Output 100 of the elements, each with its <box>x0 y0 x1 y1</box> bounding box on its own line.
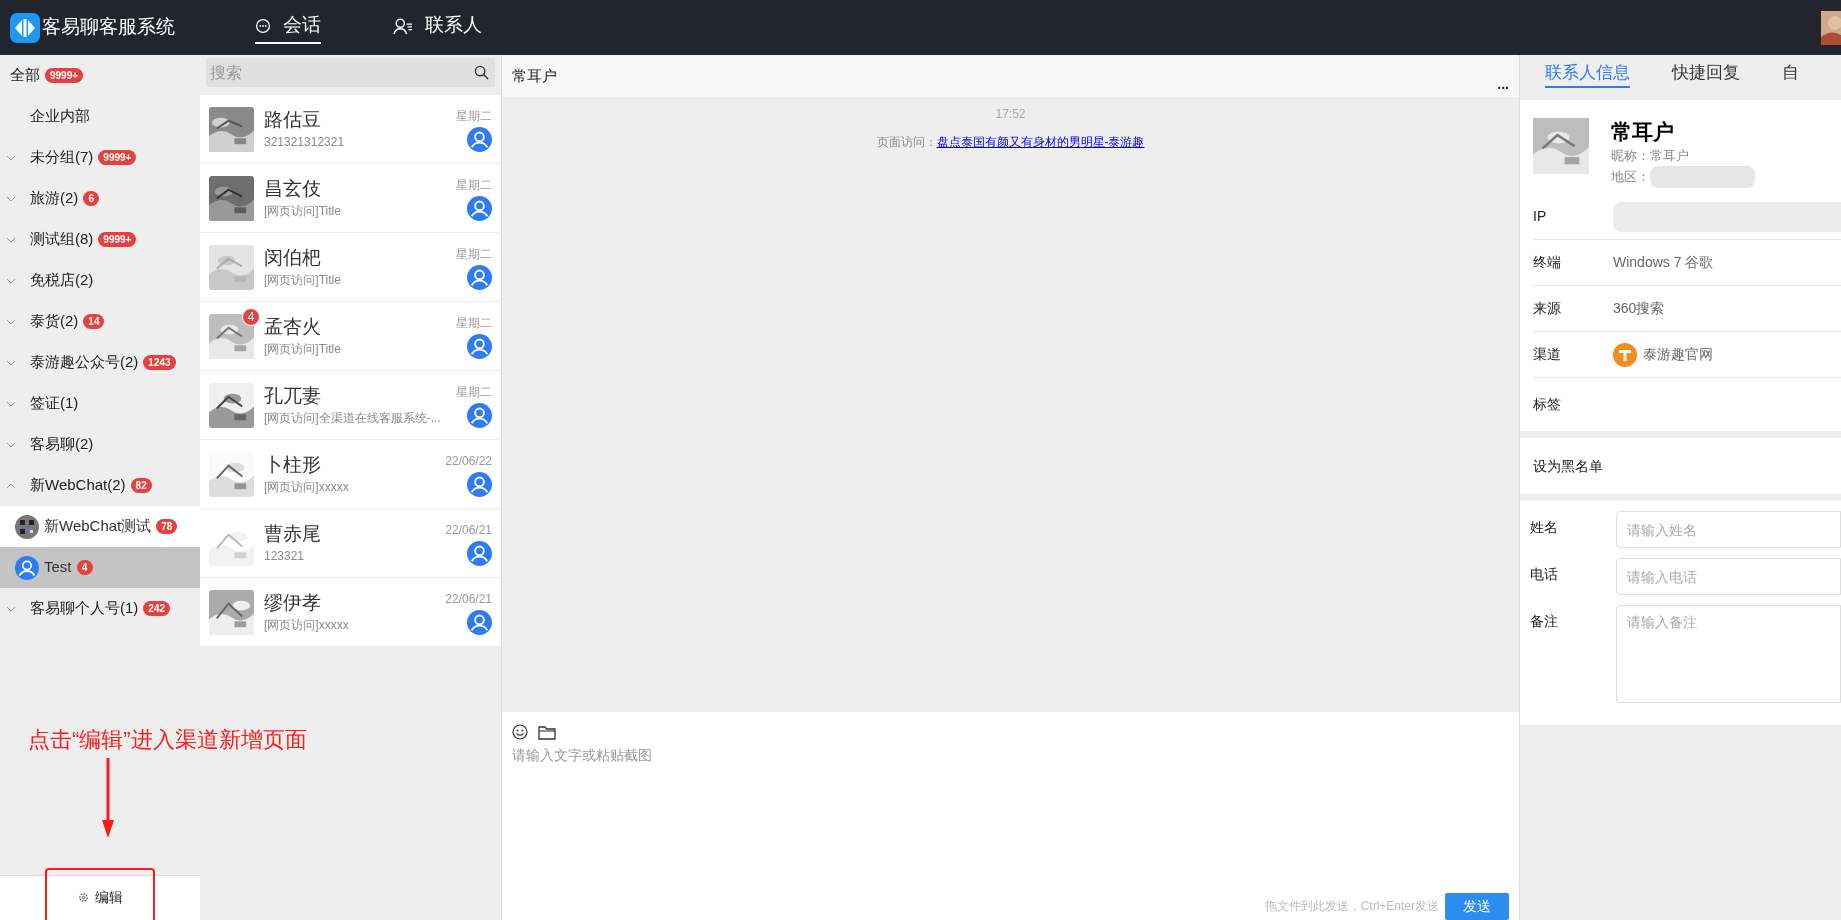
group-label: 未分组(7) <box>30 147 94 168</box>
chevron-down-icon[interactable] <box>6 319 16 325</box>
qr-code-icon <box>15 514 39 539</box>
panel-tab[interactable]: 联系人信息 <box>1545 55 1630 88</box>
channel-item[interactable]: Test 4 <box>0 547 200 588</box>
conversation-item[interactable]: 缪伊孝 [网页访问]xxxxx 22/06/21 <box>200 578 501 647</box>
send-hint: 拖文件到此发送，Ctrl+Enter发送 <box>1264 898 1439 915</box>
count-badge: 9999+ <box>45 68 84 83</box>
sidebar-item[interactable]: 签证(1) <box>0 383 200 424</box>
group-label: 签证(1) <box>30 393 79 414</box>
field-label: 终端 <box>1533 253 1562 272</box>
region-label: 地区： <box>1611 168 1650 187</box>
field-label: 标签 <box>1533 394 1562 414</box>
avatar-icon <box>467 126 492 152</box>
edit-button[interactable]: 编辑 <box>47 870 153 920</box>
conversation-item[interactable]: 4 孟杏火 [网页访问]Title 星期二 <box>200 302 501 371</box>
channel-item[interactable]: 新WebChat测试 78 <box>0 506 200 547</box>
sidebar-item[interactable]: 企业内部 <box>0 96 200 137</box>
time-label: 星期二 <box>456 314 492 332</box>
search-icon[interactable] <box>474 65 489 80</box>
field-label: 电话 <box>1530 565 1559 584</box>
sidebar-item[interactable]: 泰游趣公众号(2) 1243 <box>0 342 200 383</box>
chevron-up-icon[interactable] <box>6 483 16 489</box>
avatar-icon <box>467 195 492 221</box>
conversation-item[interactable]: 卜柱形 [网页访问]xxxxx 22/06/22 <box>200 440 501 509</box>
emoji-icon[interactable] <box>512 724 528 740</box>
search-field[interactable]: 搜索 <box>206 58 495 87</box>
annotation-text: 点击“编辑”进入渠道新增页面 <box>28 726 307 754</box>
message-preview: [网页访问]Title <box>264 203 342 220</box>
conversation-item[interactable]: 路估豆 321321312321 星期二 <box>200 95 501 164</box>
channel-label: 新WebChat测试 <box>44 516 152 537</box>
folder-icon[interactable] <box>538 724 556 740</box>
page-link[interactable]: 盘点泰国有颜又有身材的男明星-泰游趣 <box>936 133 1145 151</box>
chevron-down-icon[interactable] <box>6 401 16 407</box>
count-badge: 14 <box>83 314 105 329</box>
message-preview: 123321 <box>264 548 306 565</box>
time-label: 22/06/22 <box>445 452 492 470</box>
field-value: 360搜索 <box>1613 299 1665 318</box>
notes-field[interactable]: 请输入备注 <box>1616 605 1841 703</box>
count-badge: 4 <box>76 560 93 575</box>
count-badge: 82 <box>130 478 152 493</box>
chevron-down-icon[interactable] <box>6 237 16 243</box>
sidebar-item[interactable]: 全部 9999+ <box>0 55 200 96</box>
input-field[interactable]: 请输入姓名 <box>1616 511 1841 548</box>
nav-tab[interactable]: 联系人 <box>393 11 482 44</box>
message-preview: [网页访问]xxxxx <box>264 479 350 496</box>
sidebar-item[interactable]: 未分组(7) 9999+ <box>0 137 200 178</box>
count-badge: 9999+ <box>98 232 137 247</box>
count-badge: 1243 <box>143 355 176 370</box>
sidebar-item[interactable]: 客易聊(2) <box>0 424 200 465</box>
avatar-icon <box>467 471 492 497</box>
contact-name: 常耳户 <box>1611 119 1675 145</box>
blacklist-label[interactable]: 设为黑名单 <box>1533 455 1603 477</box>
count-badge: 78 <box>156 519 178 534</box>
conversation-item[interactable]: 孔兀妻 [网页访问]全渠道在线客服系统-... 星期二 <box>200 371 501 440</box>
conversation-item[interactable]: 闵伯杷 [网页访问]Title 星期二 <box>200 233 501 302</box>
message-preview: [网页访问]xxxxx <box>264 617 350 634</box>
sidebar-item[interactable]: 免税店(2) <box>0 260 200 301</box>
chevron-down-icon[interactable] <box>6 196 16 202</box>
chevron-down-icon[interactable] <box>6 360 16 366</box>
channel-logo-icon <box>1613 342 1637 367</box>
group-label: 免税店(2) <box>30 270 94 291</box>
group-label: 测试组(8) <box>30 229 94 250</box>
message-preview: 321321312321 <box>264 134 346 151</box>
avatar-icon <box>15 555 39 580</box>
group-label: 企业内部 <box>30 106 90 127</box>
settings-icon <box>77 891 89 903</box>
panel-tab[interactable]: 快捷回复 <box>1672 55 1740 88</box>
contact-name: 曹赤尾 <box>264 522 322 546</box>
nav-tab[interactable]: 会话 <box>255 11 321 44</box>
contact-name: 路估豆 <box>264 108 322 132</box>
app-title: 客易聊客服系统 <box>42 15 175 40</box>
sidebar-item[interactable]: 新WebChat(2) 82 <box>0 465 200 506</box>
field-value: Windows 7 谷歌 <box>1613 253 1714 272</box>
sidebar-item[interactable]: 测试组(8) 9999+ <box>0 219 200 260</box>
chevron-down-icon[interactable] <box>6 155 16 161</box>
field-label: 备注 <box>1530 612 1559 631</box>
time-label: 22/06/21 <box>445 590 492 608</box>
contact-name: 缪伊孝 <box>264 591 322 615</box>
conversation-item[interactable]: 曹赤尾 123321 22/06/21 <box>200 509 501 578</box>
avatar-icon <box>467 609 492 635</box>
field-value: 泰游趣官网 <box>1643 345 1713 364</box>
conversation-item[interactable]: 昌玄伎 [网页访问]Title 星期二 <box>200 164 501 233</box>
avatar-icon <box>467 540 492 566</box>
panel-tab[interactable]: 自 <box>1782 55 1799 88</box>
input-field[interactable]: 请输入电话 <box>1616 558 1841 595</box>
field-label: 姓名 <box>1530 518 1559 537</box>
chevron-down-icon[interactable] <box>6 278 16 284</box>
visit-label: 页面访问： <box>876 134 937 151</box>
sidebar-item[interactable]: 泰货(2) 14 <box>0 301 200 342</box>
time-label: 22/06/21 <box>445 521 492 539</box>
sidebar-item[interactable]: 客易聊个人号(1) 242 <box>0 588 200 629</box>
more-menu[interactable]: ... <box>1497 74 1509 97</box>
nickname-text: 昵称：常耳户 <box>1611 147 1690 165</box>
time-label: 星期二 <box>456 107 492 125</box>
chevron-down-icon[interactable] <box>6 606 16 612</box>
chevron-down-icon[interactable] <box>6 442 16 448</box>
contact-name: 卜柱形 <box>264 453 322 477</box>
sidebar-item[interactable]: 旅游(2) 6 <box>0 178 200 219</box>
group-label: 客易聊个人号(1) <box>30 598 139 619</box>
